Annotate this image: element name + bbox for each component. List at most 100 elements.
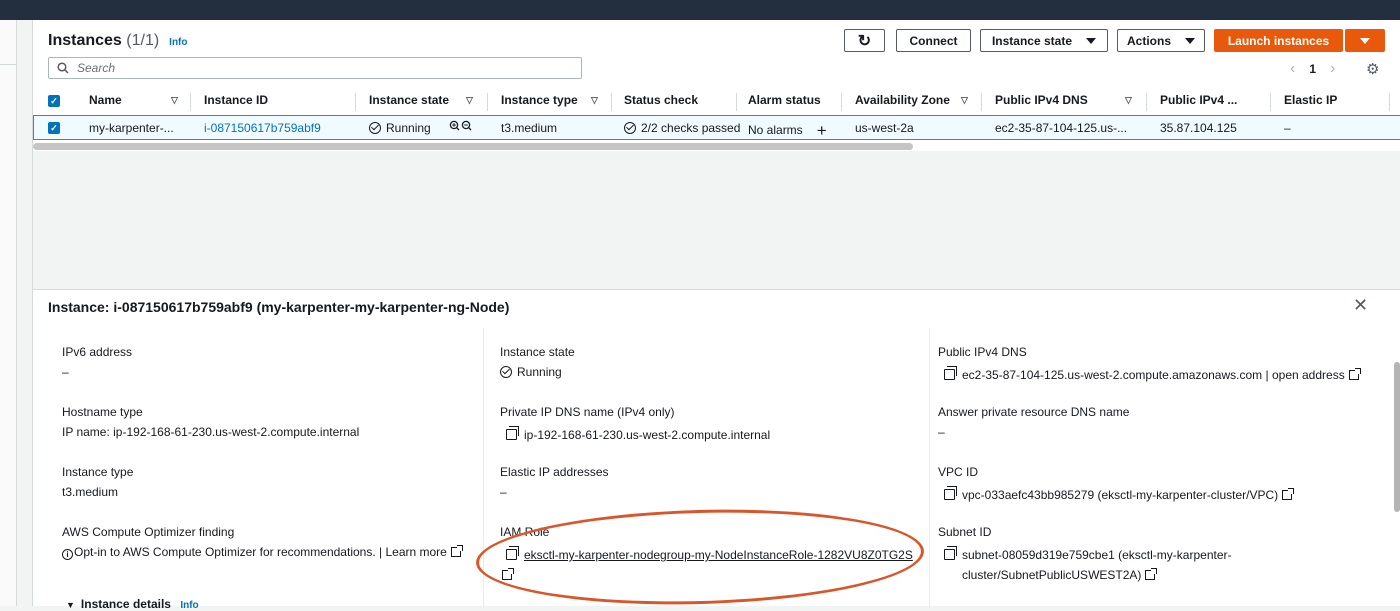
instance-state-label: Instance state — [991, 33, 1073, 48]
pagination: ‹ 1 › — [1290, 60, 1335, 78]
separator: | — [1265, 368, 1269, 382]
instance-type-label: Instance type — [62, 465, 134, 479]
col-status-check[interactable]: Status check — [624, 93, 698, 107]
column-divider — [355, 93, 356, 111]
open-address-link[interactable]: open address — [1272, 368, 1345, 382]
vpc-id-link[interactable]: vpc-033aefc43bb985279 (eksctl-my-karpent… — [962, 488, 1278, 502]
page-number[interactable]: 1 — [1309, 62, 1316, 76]
col-label: Instance ID — [204, 93, 269, 107]
col-public-ipv4-dns[interactable]: Public IPv4 DNS ▽ — [995, 93, 1132, 107]
learn-more-link[interactable]: Learn more — [385, 545, 446, 559]
instance-state-value: Running — [500, 365, 562, 379]
state-text: Running — [517, 365, 562, 379]
select-all-checkbox[interactable]: ✓ — [48, 95, 60, 107]
external-link-icon[interactable] — [450, 545, 463, 557]
col-label: Public IPv4 DNS — [995, 93, 1088, 107]
col-availability-zone[interactable]: Availability Zone ▽ — [855, 93, 968, 107]
cell-name: my-karpenter-... — [89, 121, 174, 135]
copy-icon[interactable] — [944, 486, 957, 500]
launch-instances-button[interactable]: Launch instances — [1214, 29, 1343, 52]
info-circle-icon: i — [62, 549, 73, 560]
subnet-id-link[interactable]: subnet-08059d319e759cbe1 (eksctl-my-karp… — [962, 548, 1232, 562]
copy-icon[interactable] — [944, 366, 957, 380]
external-link-icon[interactable] — [1348, 368, 1361, 380]
subnet-id-link-cont[interactable]: cluster/SubnetPublicUSWEST2A) — [962, 568, 1141, 582]
cell-status-check: 2/2 checks passed — [624, 121, 740, 135]
row-checkbox[interactable]: ✓ — [48, 122, 60, 134]
private-dns-text: ip-192-168-61-230.us-west-2.compute.inte… — [524, 428, 771, 442]
search-input[interactable]: Search — [48, 57, 582, 79]
cell-availability-zone: us-west-2a — [855, 121, 914, 135]
optimizer-value: i Opt-in to AWS Compute Optimizer for rec… — [62, 545, 463, 560]
elastic-ip-value: – — [500, 485, 507, 499]
page-title: Instances (1/1) — [48, 32, 159, 50]
info-link[interactable]: Info — [169, 37, 187, 48]
add-alarm-icon[interactable]: + — [817, 121, 827, 140]
instances-header: Instances (1/1) Info — [48, 32, 188, 50]
launch-options-dropdown[interactable] — [1345, 29, 1385, 52]
sort-icon: ▽ — [961, 94, 968, 105]
column-divider — [1270, 93, 1271, 111]
subnet-id-value-cont: cluster/SubnetPublicUSWEST2A) — [962, 568, 1158, 582]
instance-state-dropdown[interactable]: Instance state — [980, 29, 1108, 52]
answer-dns-value: – — [938, 425, 945, 439]
table-row[interactable]: ✓ my-karpenter-... i-087150617b759abf9 R… — [33, 115, 1400, 140]
vertical-scrollbar[interactable] — [1394, 362, 1400, 512]
col-label: Instance type — [501, 93, 578, 107]
copy-icon[interactable] — [506, 426, 519, 440]
col-public-ipv4[interactable]: Public IPv4 ... — [1160, 93, 1237, 107]
cell-public-dns: ec2-35-87-104-125.us-... — [995, 121, 1128, 135]
success-icon — [500, 366, 512, 378]
column-divider — [929, 328, 930, 608]
zoom-icons[interactable] — [449, 119, 473, 136]
table-header: ✓ Name ▽ Instance ID Instance state ▽ Inst… — [33, 91, 1400, 111]
column-divider — [487, 93, 488, 111]
connect-label: Connect — [909, 33, 958, 48]
col-instance-id[interactable]: Instance ID — [204, 93, 268, 107]
col-label: Availability Zone — [855, 93, 950, 107]
answer-dns-label: Answer private resource DNS name — [938, 405, 1130, 419]
col-label: Instance state — [369, 93, 450, 107]
separator: | — [379, 545, 383, 559]
column-divider — [190, 93, 191, 111]
col-elastic-ip[interactable]: Elastic IP — [1284, 93, 1337, 107]
alarm-text: No alarms — [748, 123, 803, 137]
copy-icon[interactable] — [944, 546, 957, 560]
external-link-icon[interactable] — [1282, 488, 1295, 500]
close-icon[interactable]: ✕ — [1353, 295, 1368, 316]
next-page-icon[interactable]: › — [1330, 60, 1335, 78]
search-icon — [57, 62, 69, 74]
title-text: Instances — [48, 32, 122, 49]
private-dns-label: Private IP DNS name (IPv4 only) — [500, 405, 675, 419]
cell-instance-id-link[interactable]: i-087150617b759abf9 — [204, 121, 321, 135]
cell-alarm-status: No alarms + — [748, 121, 827, 141]
col-label: Elastic IP — [1284, 93, 1338, 107]
optimizer-text: Opt-in to AWS Compute Optimizer for reco… — [74, 545, 376, 559]
connect-button[interactable]: Connect — [896, 29, 971, 52]
zoom-in-out-icon[interactable] — [449, 119, 473, 133]
hostname-type-value: IP name: ip-192-168-61-230.us-west-2.com… — [62, 425, 360, 439]
caret-down-icon — [1360, 37, 1370, 44]
success-icon — [369, 122, 381, 134]
col-instance-type[interactable]: Instance type ▽ — [501, 93, 598, 107]
column-divider — [981, 93, 982, 111]
prev-page-icon[interactable]: ‹ — [1290, 60, 1295, 78]
instance-details-toggle[interactable]: ▼ Instance details Info — [66, 597, 199, 611]
private-dns-value: ip-192-168-61-230.us-west-2.compute.inte… — [506, 426, 771, 442]
external-link-icon[interactable] — [1145, 568, 1158, 580]
sort-icon: ▽ — [171, 94, 178, 105]
ipv6-label: IPv6 address — [62, 345, 133, 359]
actions-dropdown[interactable]: Actions — [1117, 29, 1205, 52]
gear-icon[interactable]: ⚙ — [1366, 60, 1379, 78]
col-instance-state[interactable]: Instance state ▽ — [369, 93, 473, 107]
refresh-button[interactable]: ↻ — [844, 29, 885, 52]
horizontal-scrollbar[interactable] — [33, 143, 913, 150]
col-alarm-status[interactable]: Alarm status — [748, 93, 821, 107]
col-label: Name — [89, 93, 122, 107]
subnet-id-label: Subnet ID — [938, 525, 992, 539]
column-divider — [841, 93, 842, 111]
subnet-id-value: subnet-08059d319e759cbe1 (eksctl-my-karp… — [944, 546, 1232, 562]
col-name[interactable]: Name ▽ — [89, 93, 178, 107]
ipv6-value: – — [62, 365, 69, 379]
sort-icon: ▽ — [591, 94, 598, 105]
